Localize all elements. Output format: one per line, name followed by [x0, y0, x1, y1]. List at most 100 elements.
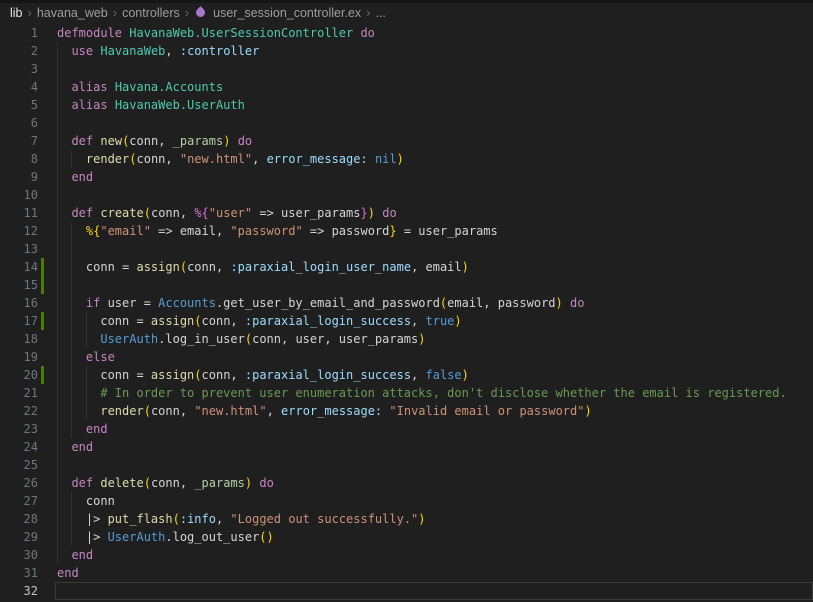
code-line[interactable]: 9 end: [0, 168, 813, 186]
code-token: UserAuth: [108, 530, 166, 544]
code-line[interactable]: 21 # In order to prevent user enumeratio…: [0, 384, 813, 402]
line-number[interactable]: 3: [0, 60, 38, 78]
line-number[interactable]: 29: [0, 528, 38, 546]
line-number[interactable]: 9: [0, 168, 38, 186]
line-number[interactable]: 17: [0, 312, 38, 330]
chevron-right-icon: ›: [113, 6, 117, 19]
line-number[interactable]: 2: [0, 42, 38, 60]
code-line[interactable]: 12 %{"email" => email, "password" => pas…: [0, 222, 813, 240]
code-token: "new.html": [194, 404, 266, 418]
code-line[interactable]: 20 conn = assign(conn, :paraxial_login_s…: [0, 366, 813, 384]
code-token: ): [556, 296, 563, 310]
line-number[interactable]: 15: [0, 276, 38, 294]
code-token: email, password: [447, 296, 555, 310]
code-token: defmodule: [57, 26, 129, 40]
line-number[interactable]: 22: [0, 402, 38, 420]
code-token: [57, 404, 100, 418]
code-line[interactable]: 17 conn = assign(conn, :paraxial_login_s…: [0, 312, 813, 330]
code-line[interactable]: 23 end: [0, 420, 813, 438]
code-token: (: [245, 332, 252, 346]
line-number[interactable]: 24: [0, 438, 38, 456]
line-number[interactable]: 18: [0, 330, 38, 348]
line-number[interactable]: 5: [0, 96, 38, 114]
code-line[interactable]: 11 def create(conn, %{"user" => user_par…: [0, 204, 813, 222]
git-added-marker[interactable]: [41, 366, 44, 384]
code-line[interactable]: 10: [0, 186, 813, 204]
code-line[interactable]: 8 render(conn, "new.html", error_message…: [0, 150, 813, 168]
code-line[interactable]: 26 def delete(conn, _params) do: [0, 474, 813, 492]
git-added-marker[interactable]: [41, 258, 44, 276]
code-line[interactable]: 31end: [0, 564, 813, 582]
code-token: (: [129, 152, 136, 166]
code-line[interactable]: 6: [0, 114, 813, 132]
line-number[interactable]: 4: [0, 78, 38, 96]
code-text: end: [57, 420, 813, 438]
chevron-right-icon: ›: [366, 6, 370, 19]
git-added-marker[interactable]: [41, 312, 44, 330]
code-line[interactable]: 24 end: [0, 438, 813, 456]
code-line[interactable]: 7 def new(conn, _params) do: [0, 132, 813, 150]
code-line[interactable]: 19 else: [0, 348, 813, 366]
code-token: end: [71, 548, 93, 562]
code-token: , email: [411, 260, 462, 274]
code-line[interactable]: 3: [0, 60, 813, 78]
code-line[interactable]: 30 end: [0, 546, 813, 564]
line-number[interactable]: 25: [0, 456, 38, 474]
indent-guide: [71, 312, 72, 330]
code-token: (: [144, 206, 151, 220]
line-number[interactable]: 23: [0, 420, 38, 438]
line-number[interactable]: 6: [0, 114, 38, 132]
code-token: ): [584, 404, 591, 418]
code-line[interactable]: 2 use HavanaWeb, :controller: [0, 42, 813, 60]
code-line[interactable]: 5 alias HavanaWeb.UserAuth: [0, 96, 813, 114]
code-line[interactable]: 29 |> UserAuth.log_out_user(): [0, 528, 813, 546]
line-number[interactable]: 16: [0, 294, 38, 312]
line-number[interactable]: 1: [0, 24, 38, 42]
git-added-marker[interactable]: [41, 276, 44, 294]
code-line[interactable]: 28 |> put_flash(:info, "Logged out succe…: [0, 510, 813, 528]
code-line[interactable]: 25: [0, 456, 813, 474]
indent-guide: [57, 132, 58, 150]
code-line[interactable]: 13: [0, 240, 813, 258]
breadcrumb-item-controllers[interactable]: controllers: [122, 6, 180, 20]
line-number[interactable]: 12: [0, 222, 38, 240]
code-token: def: [71, 134, 93, 148]
code-line[interactable]: 18 UserAuth.log_in_user(conn, user, user…: [0, 330, 813, 348]
indent-guide: [57, 438, 58, 456]
line-number[interactable]: 26: [0, 474, 38, 492]
breadcrumb-item-more[interactable]: ...: [375, 6, 385, 20]
line-number[interactable]: 32: [0, 582, 38, 600]
code-token: [57, 206, 71, 220]
code-token: => password: [303, 224, 390, 238]
code-text: conn = assign(conn, :paraxial_login_user…: [57, 258, 813, 276]
line-number[interactable]: 19: [0, 348, 38, 366]
line-number[interactable]: 13: [0, 240, 38, 258]
breadcrumb-item-havana-web[interactable]: havana_web: [37, 6, 108, 20]
code-token: ): [462, 260, 469, 274]
code-token: new: [100, 134, 122, 148]
line-number[interactable]: 30: [0, 546, 38, 564]
breadcrumb-item-lib[interactable]: lib: [10, 6, 23, 20]
line-number[interactable]: 11: [0, 204, 38, 222]
code-text: def create(conn, %{"user" => user_params…: [57, 204, 813, 222]
code-line[interactable]: 4 alias Havana.Accounts: [0, 78, 813, 96]
line-number[interactable]: 28: [0, 510, 38, 528]
line-number[interactable]: 21: [0, 384, 38, 402]
line-number[interactable]: 27: [0, 492, 38, 510]
code-line[interactable]: 27 conn: [0, 492, 813, 510]
code-line[interactable]: 1defmodule HavanaWeb.UserSessionControll…: [0, 24, 813, 42]
breadcrumb-item-file[interactable]: user_session_controller.ex: [194, 6, 361, 20]
line-number[interactable]: 8: [0, 150, 38, 168]
line-number[interactable]: 14: [0, 258, 38, 276]
editor-code-area: 1defmodule HavanaWeb.UserSessionControll…: [0, 22, 813, 600]
line-number[interactable]: 7: [0, 132, 38, 150]
code-line[interactable]: 16 if user = Accounts.get_user_by_email_…: [0, 294, 813, 312]
line-number[interactable]: 10: [0, 186, 38, 204]
line-number[interactable]: 31: [0, 564, 38, 582]
code-line[interactable]: 22 render(conn, "new.html", error_messag…: [0, 402, 813, 420]
code-line[interactable]: 32: [0, 582, 813, 600]
line-number[interactable]: 20: [0, 366, 38, 384]
code-line[interactable]: 14 conn = assign(conn, :paraxial_login_u…: [0, 258, 813, 276]
indent-guide: [57, 78, 58, 96]
code-line[interactable]: 15: [0, 276, 813, 294]
